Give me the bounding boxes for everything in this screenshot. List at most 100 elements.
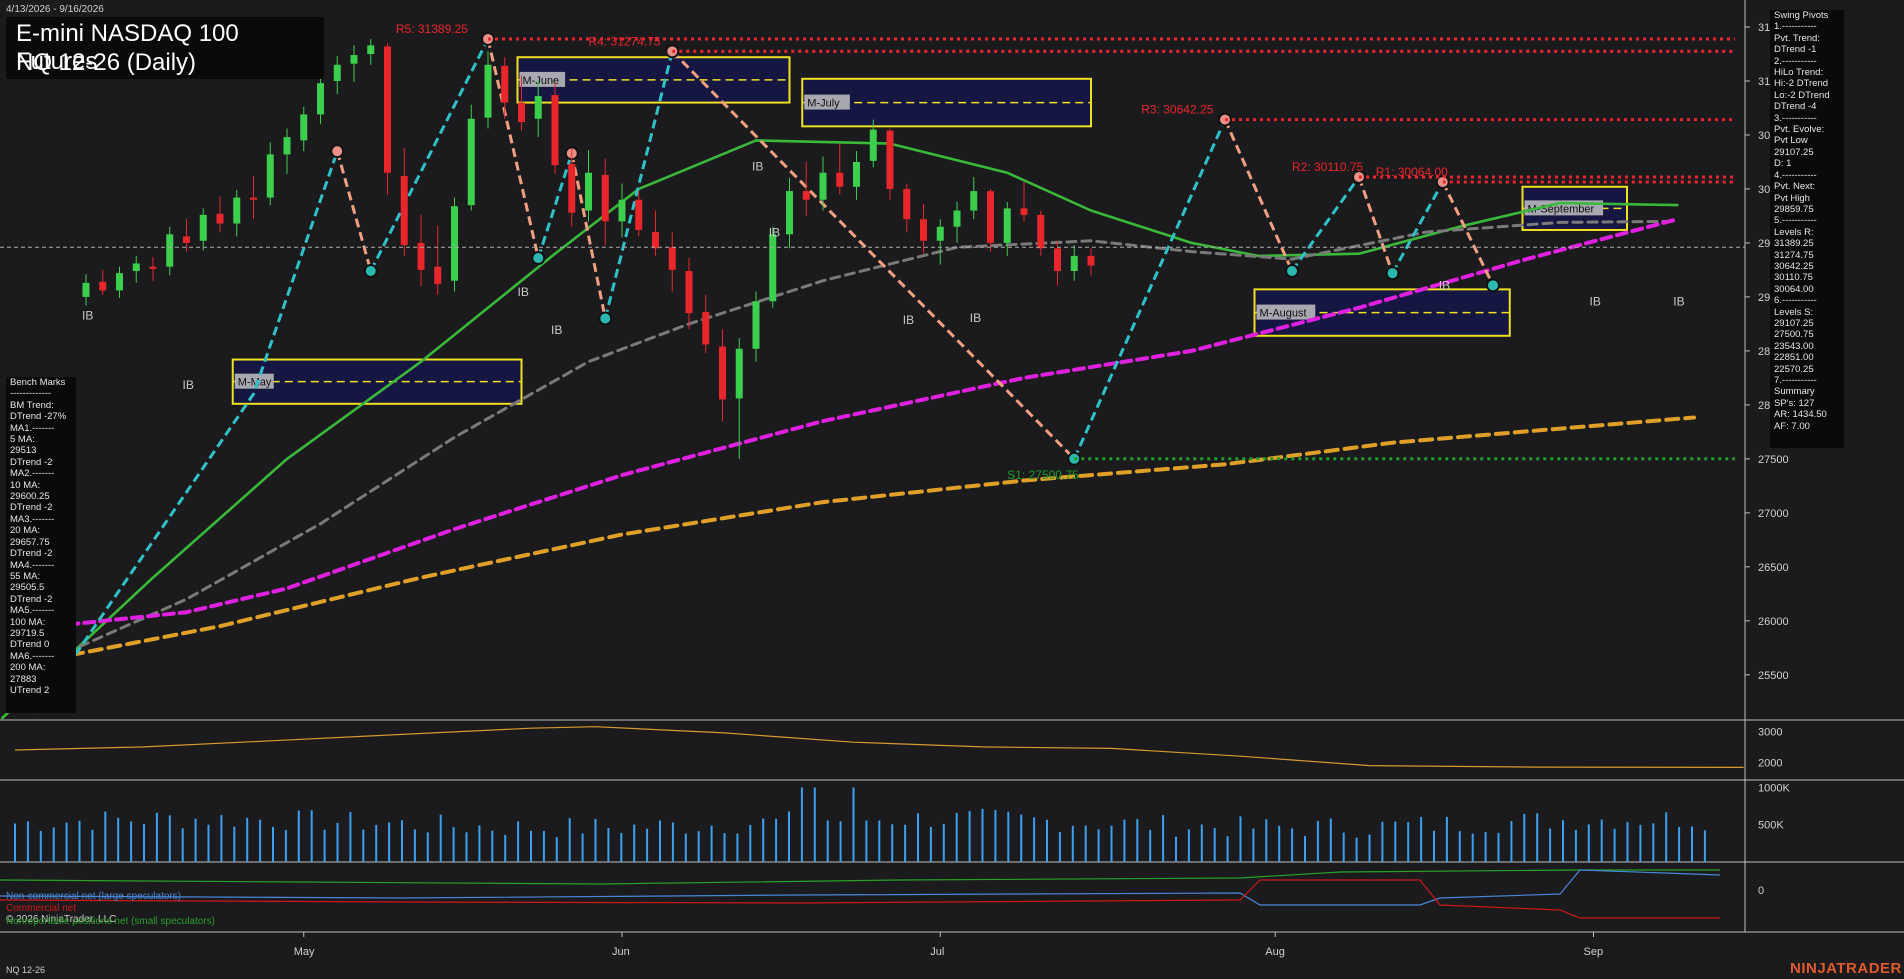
panel-line: DTrend -4 (1774, 101, 1817, 113)
panel-line: 3.----------- (1774, 112, 1817, 124)
panel-line: 5 MA: (10, 434, 35, 446)
ib-label: IB (1590, 295, 1601, 309)
pivot-level-label: R3: 30642.25 (1141, 103, 1213, 117)
panel-line: 30642.25 (1774, 260, 1814, 272)
panel-line: 27500.75 (1774, 329, 1814, 341)
candle-body (518, 102, 525, 123)
candle-body (484, 64, 492, 118)
candle-body (1054, 248, 1061, 272)
panel-line: 1.----------- (1774, 21, 1817, 33)
panel-line: Levels R: (1774, 226, 1814, 238)
candle-body (886, 130, 894, 189)
panel-line: MA1.------- (10, 422, 55, 434)
panel-line: Bench Marks (10, 377, 66, 388)
price-chart: M-MayM-JuneM-JulyM-AugustM-September R5:… (0, 0, 1904, 979)
ib-label: IB (752, 160, 763, 174)
candle-body (82, 282, 90, 297)
zone-label: M-June (523, 75, 560, 87)
x-month-label: Jun (612, 946, 630, 958)
panel-line: 22570.25 (1774, 363, 1814, 375)
volume-tick-label: 500K (1758, 820, 1784, 832)
candle-body (233, 197, 241, 224)
panel-line: 29513 (10, 445, 37, 457)
candle-body (735, 348, 743, 399)
candle-body (702, 312, 710, 345)
ib-label: IB (82, 309, 93, 323)
candle-body (668, 247, 676, 270)
panel-line: MA5.------- (10, 605, 55, 617)
volume-tick-label: 1000K (1758, 782, 1790, 794)
candle-body (149, 266, 157, 269)
pivot-marker (330, 144, 345, 159)
candle-body (1020, 208, 1028, 215)
panel-line: DTrend -2 (10, 593, 53, 605)
panel-line: 22851.00 (1774, 352, 1814, 364)
panel-line: 29657.75 (10, 536, 50, 548)
pivot-marker (1385, 266, 1400, 281)
x-month-label: Aug (1265, 946, 1285, 958)
candle-body (936, 226, 944, 241)
candle-body (551, 95, 559, 166)
candle-body (350, 55, 358, 64)
candle-body (116, 273, 123, 291)
candle-body (1003, 208, 1011, 243)
candle-body (216, 213, 224, 224)
atr-tick-label: 3000 (1758, 726, 1782, 738)
panel-line: Pvt. Next: (1774, 181, 1816, 193)
panel-line: 7.----------- (1774, 375, 1817, 386)
panel-line: DTrend -2 (10, 456, 53, 468)
panel-line: Swing Pivots (1774, 10, 1829, 21)
ib-label: IB (769, 226, 780, 240)
panel-line: MA3.------- (10, 513, 55, 525)
candle-body (601, 174, 609, 222)
panel-line: Levels S: (1774, 306, 1814, 318)
candle-body (685, 271, 693, 314)
candle-body (802, 191, 810, 200)
candle-body (769, 234, 777, 302)
x-month-label: May (294, 946, 315, 958)
x-month-label: Jul (930, 946, 944, 958)
candle-body (283, 137, 291, 155)
ib-label: IB (1673, 295, 1684, 309)
candle-body (166, 234, 174, 267)
panel-line: 100 MA: (10, 616, 46, 628)
pivot-level-label: R1: 30064.00 (1376, 165, 1448, 179)
candle-body (719, 346, 726, 400)
y-tick-label: 25500 (1758, 670, 1789, 682)
panel-line: DTrend -2 (10, 548, 53, 560)
panel-line: DTrend -27% (10, 411, 67, 423)
panel-line: 29107.25 (1774, 146, 1814, 158)
panel-line: MA6.------- (10, 650, 55, 662)
candle-body (400, 175, 408, 246)
panel-line: 2.----------- (1774, 55, 1817, 67)
legend-noncommercial: Non-commercial net (large speculators) (6, 891, 182, 902)
panel-line: D: 1 (1774, 158, 1792, 170)
pivot-marker (531, 251, 546, 266)
panel-line: Pvt Low (1774, 135, 1808, 147)
panel-line: 200 MA: (10, 662, 46, 674)
legend-nonreportable: Nonreportable positions net (small specu… (6, 916, 215, 927)
y-tick-label: 27000 (1758, 508, 1789, 520)
y-tick-label: 26500 (1758, 562, 1789, 574)
pivot-marker (1285, 264, 1299, 279)
candle-body (987, 191, 994, 243)
candle-body (501, 65, 509, 103)
pivot-marker (598, 311, 613, 326)
candle-body (1037, 214, 1045, 249)
panel-line: 27883 (10, 673, 37, 685)
panel-line: 29859.75 (1774, 203, 1814, 215)
candle-body (534, 96, 542, 119)
panel-line: 23543.00 (1774, 340, 1814, 352)
panel-line: MA4.------- (10, 559, 55, 571)
candle-body (903, 188, 911, 220)
candle-body (333, 64, 341, 81)
panel-line: 55 MA: (10, 570, 41, 582)
panel-line: 6.----------- (1774, 295, 1817, 307)
ib-label: IB (1439, 278, 1450, 292)
panel-line: Pvt. Trend: (1774, 32, 1820, 44)
ib-label: IB (183, 378, 194, 392)
panel-line: Pvt. Evolve: (1774, 124, 1825, 136)
pivot-level-label: R5: 31389.25 (396, 22, 468, 36)
zone-label: M-August (1260, 308, 1307, 320)
pivot-marker (1486, 278, 1500, 293)
